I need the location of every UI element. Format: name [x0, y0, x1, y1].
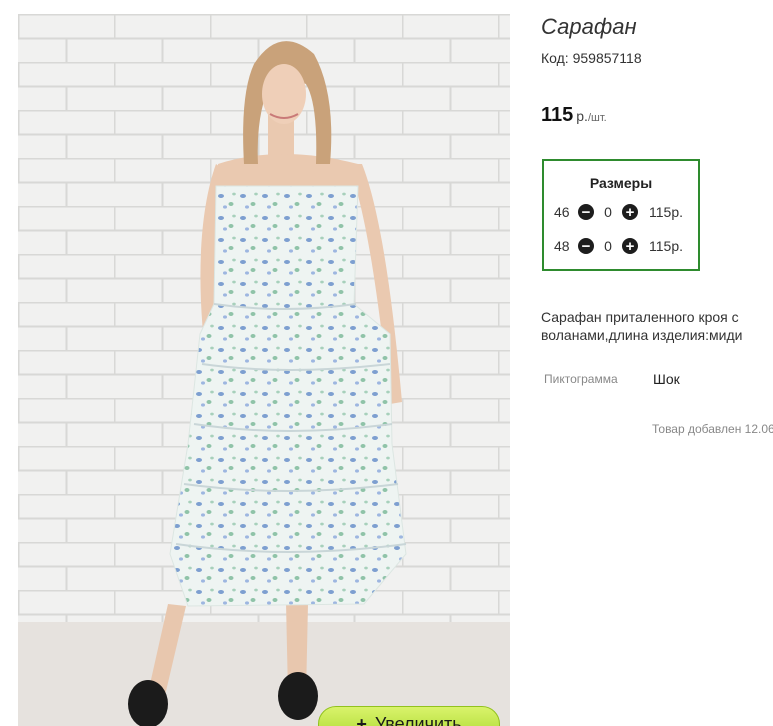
property-value: Шок [653, 371, 680, 387]
minus-icon[interactable]: − [578, 238, 594, 254]
size-label: 48 [554, 238, 570, 254]
product-code: Код: 959857118 [541, 50, 642, 66]
size-label: 46 [554, 204, 570, 220]
sizes-title: Размеры [589, 175, 653, 191]
product-photo[interactable] [18, 14, 510, 726]
price-currency: р./шт. [576, 108, 606, 124]
plus-icon: + [356, 714, 367, 726]
size-quantity: 0 [604, 204, 612, 220]
size-row-48: 48 − 0 + 115р. [554, 237, 683, 255]
product-description: Сарафан приталенного кроя с воланами,дли… [541, 309, 743, 343]
size-price: 115р. [649, 238, 683, 254]
price-currency-label: р. [576, 108, 588, 124]
product-photo-image [18, 14, 510, 726]
product-page: + Увеличить Сарафан Код: 959857118 115 р./… [0, 0, 773, 726]
plus-icon[interactable]: + [622, 238, 638, 254]
added-date: Товар добавлен 12.06 [652, 422, 773, 436]
property-label: Пиктограмма [544, 372, 618, 386]
product-title: Сарафан [541, 14, 637, 39]
size-row-46: 46 − 0 + 115р. [554, 203, 683, 221]
size-quantity: 0 [604, 238, 612, 254]
plus-icon[interactable]: + [622, 204, 638, 220]
size-price: 115р. [649, 204, 683, 220]
minus-icon[interactable]: − [578, 204, 594, 220]
sizes-box: Размеры 46 − 0 + 115р. 48 − 0 + 115р. [542, 159, 700, 271]
product-price: 115 р./шт. [541, 104, 607, 127]
price-per-unit: /шт. [587, 112, 607, 124]
zoom-button-label: Увеличить [374, 714, 462, 726]
zoom-button[interactable]: + Увеличить [318, 706, 500, 726]
price-amount: 115 [541, 104, 574, 126]
